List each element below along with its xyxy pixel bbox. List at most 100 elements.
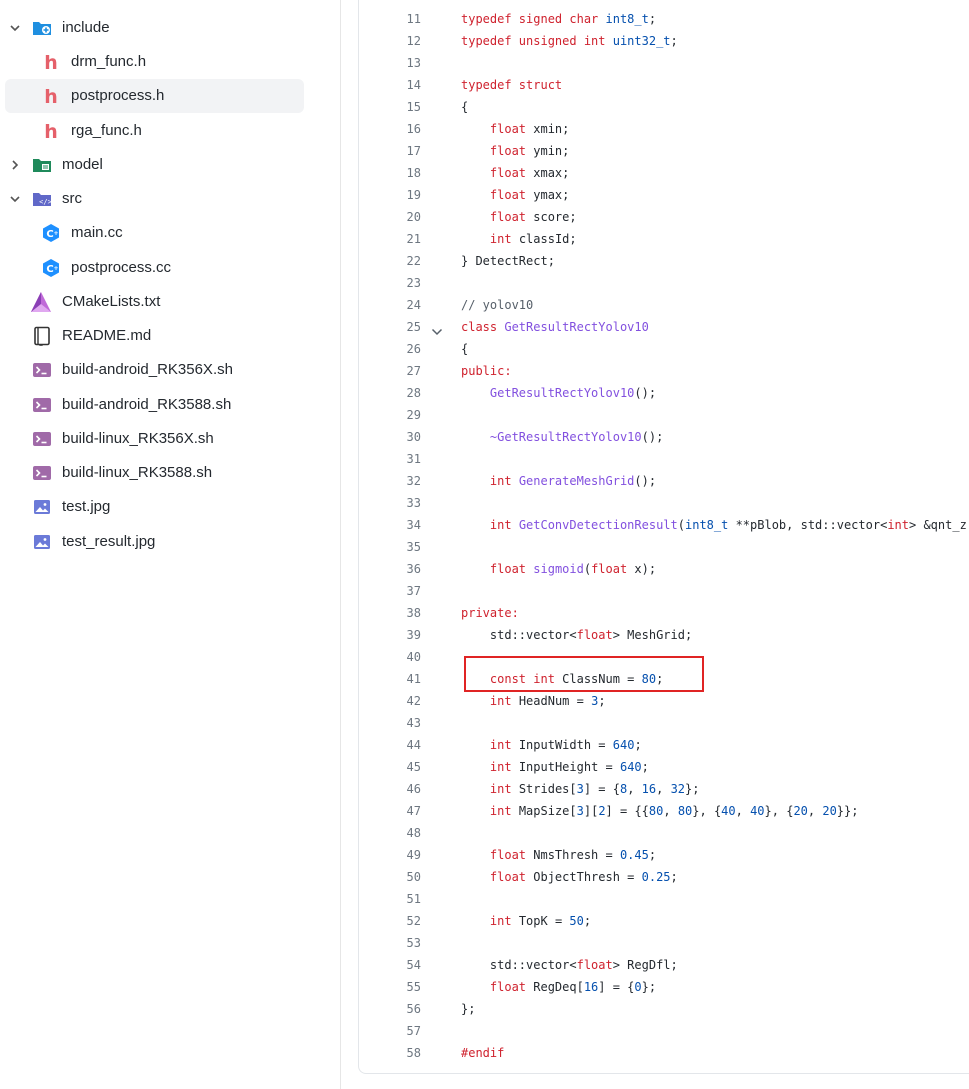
code-token: ] = {{ [605,804,649,818]
tree-item-label: src [62,190,82,207]
tree-item-build-android-rk3588-sh[interactable]: build-android_RK3588.sh [5,388,304,422]
code-token: 20 [822,804,837,818]
tree-item-postprocess-h[interactable]: h postprocess.h [5,79,304,113]
code-token: 3 [576,804,584,818]
tree-item-label: model [62,156,103,173]
tree-item-drm-func-h[interactable]: h drm_func.h [5,45,304,79]
tree-item-build-android-rk356x-sh[interactable]: build-android_RK356X.sh [5,353,304,387]
line-number: 26 [406,342,421,356]
line-number: 42 [406,694,421,708]
line-number: 13 [406,56,421,70]
code-line-42: 42 int HeadNum = 3; [359,690,969,712]
tree-item-test-jpg[interactable]: test.jpg [5,490,304,524]
chevron-right-icon[interactable] [7,157,23,173]
code-token: 16 [641,782,657,796]
folder-model-icon [32,155,52,175]
line-number: 14 [406,78,421,92]
tree-item-build-linux-rk356x-sh[interactable]: build-linux_RK356X.sh [5,422,304,456]
code-text: { [461,338,468,360]
code-token: ; [583,914,592,928]
fold-chevron-icon[interactable] [431,322,443,336]
code-editor[interactable]: 11 typedef signed char int8_t; 12 typedef u… [358,0,969,1074]
code-text: float ymin; [461,140,569,162]
code-line-28: 28 GetResultRectYolov10(); [359,382,969,404]
code-token: ; [598,694,606,708]
tree-item-postprocess-cc[interactable]: C + postprocess.cc [5,251,304,285]
code-line-12: 12 typedef unsigned int uint32_t; [359,30,969,52]
tree-item-label: postprocess.h [71,87,165,104]
code-token: int8_t [605,12,649,26]
code-token: > &qnt_z [909,518,967,532]
code-token: score; [526,210,577,224]
tree-item-test-result-jpg[interactable]: test_result.jpg [5,525,304,559]
code-text: float xmax; [461,162,569,184]
code-line-47: 47 int MapSize[3][2] = {{80, 80}, {40, 4… [359,800,969,822]
code-line-31: 31 [359,448,969,470]
code-token: float [576,628,613,642]
terminal-icon [32,463,52,483]
code-line-25: 25 class GetResultRectYolov10 [359,316,969,338]
line-number: 57 [406,1024,421,1038]
tree-item-readme-md[interactable]: README.md [5,319,304,353]
code-token: typedef struct [461,78,563,92]
code-token: int [887,518,909,532]
tree-item-cmakelists-txt[interactable]: CMakeLists.txt [5,285,304,319]
tree-item-include[interactable]: include [5,11,304,45]
folder-include-icon [32,18,52,38]
terminal-icon [32,429,52,449]
code-token: ; [634,738,642,752]
code-token: RegDeq[ [526,980,584,994]
file-explorer-sidebar: include h drm_func.h h postprocess.h h rga_fun… [0,0,341,1089]
code-line-18: 18 float xmax; [359,162,969,184]
code-token: ; [648,848,657,862]
code-token: int [489,474,519,488]
code-token: x); [627,562,657,576]
line-number: 29 [406,408,421,422]
chevron-down-icon[interactable] [7,20,23,36]
tree-item-model[interactable]: model [5,148,304,182]
cpp-file-icon: C + [41,223,61,243]
line-number: 22 [406,254,421,268]
code-token: NmsThresh = [526,848,620,862]
code-line-35: 35 [359,536,969,558]
tree-item-label: main.cc [71,224,123,241]
code-line-32: 32 int GenerateMeshGrid(); [359,470,969,492]
tree-item-src[interactable]: </> src [5,182,304,216]
code-token: 80 [648,804,664,818]
tree-item-label: CMakeLists.txt [62,293,161,310]
code-text: int classId; [461,228,577,250]
code-token: sigmoid [533,562,584,576]
tree-item-label: include [62,19,110,36]
code-text: std::vector<float> MeshGrid; [461,624,692,646]
code-token: > MeshGrid; [612,628,693,642]
tree-item-label: build-android_RK3588.sh [62,396,232,413]
code-text: int Strides[3] = {8, 16, 32}; [461,778,700,800]
terminal-icon [32,360,52,380]
code-token: ; [670,870,678,884]
line-number: 49 [406,848,421,862]
code-token: (); [634,474,657,488]
tree-item-build-linux-rk3588-sh[interactable]: build-linux_RK3588.sh [5,456,304,490]
code-token: int [489,518,519,532]
chevron-down-icon[interactable] [7,191,23,207]
code-token: int [489,804,512,818]
code-line-45: 45 int InputHeight = 640; [359,756,969,778]
tree-item-main-cc[interactable]: C + main.cc [5,216,304,250]
tree-item-label: README.md [62,327,152,344]
code-line-33: 33 [359,492,969,514]
code-token: MapSize[ [511,804,577,818]
code-token: float [489,210,527,224]
code-token: ] = { [583,782,620,796]
code-text: typedef signed char int8_t; [461,8,656,30]
image-file-icon [32,532,52,552]
code-text: float sigmoid(float x); [461,558,656,580]
code-token: 40 [721,804,736,818]
tree-item-rga-func-h[interactable]: h rga_func.h [5,114,304,148]
code-token: HeadNum = [511,694,592,708]
